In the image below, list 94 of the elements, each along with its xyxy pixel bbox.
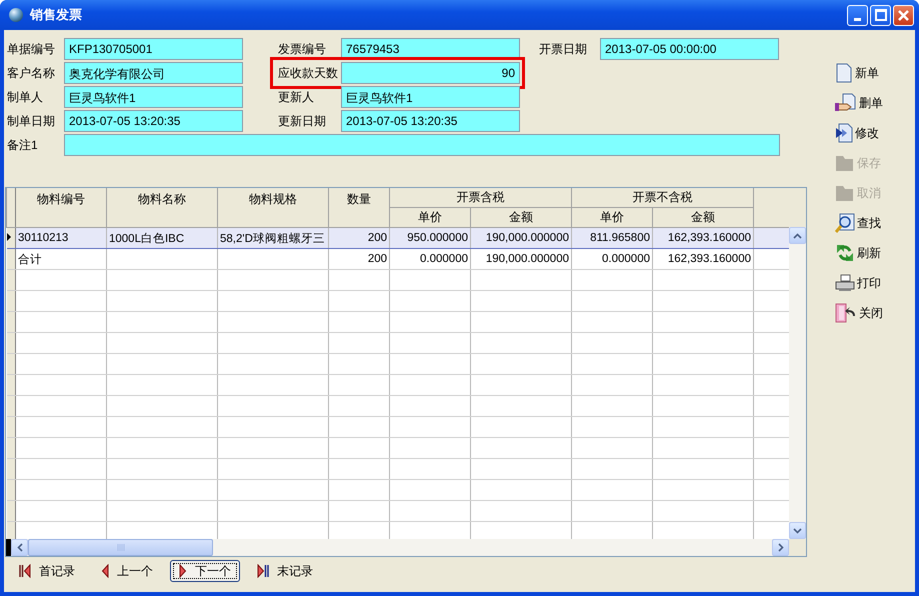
field-label: 制单日期 <box>7 112 56 130</box>
toolbar-button[interactable]: 修改 <box>835 122 879 144</box>
minimize-button[interactable] <box>847 4 868 26</box>
field-label: 制单人 <box>7 88 44 106</box>
horizontal-scrollbar[interactable] <box>6 539 806 556</box>
maximize-button[interactable] <box>870 4 891 26</box>
table-cell: 200 <box>328 228 390 248</box>
empty-cell <box>328 374 390 396</box>
field-label: 更新日期 <box>278 112 327 130</box>
input-field[interactable]: 90 <box>341 62 520 84</box>
toolbar-button[interactable]: 新单 <box>835 62 879 84</box>
input-field[interactable]: 2013-07-05 13:20:35 <box>341 110 520 132</box>
window-title: 销售发票 <box>30 6 83 24</box>
close-icon <box>898 10 909 20</box>
row-pointer-icon <box>6 233 10 241</box>
input-field[interactable] <box>64 134 780 156</box>
input-field[interactable]: KFP130705001 <box>64 38 243 60</box>
input-field[interactable]: 巨灵鸟软件1 <box>64 86 243 108</box>
folder-icon <box>835 153 855 173</box>
previous-record-icon <box>101 564 109 578</box>
empty-cell <box>328 312 390 332</box>
input-field[interactable]: 2013-07-05 00:00:00 <box>600 38 779 60</box>
header-filler <box>6 188 16 228</box>
navigation-button[interactable]: 首记录 <box>10 560 84 582</box>
scrollbar-corner <box>789 539 806 556</box>
toolbar-button[interactable]: 关闭 <box>835 302 883 324</box>
column-header[interactable]: 单价 <box>572 208 652 228</box>
maximize-icon <box>874 9 886 21</box>
table-cell: 合计 <box>16 248 106 270</box>
field-label: 备注1 <box>7 136 39 154</box>
table-cell: 0.000000 <box>572 248 652 270</box>
globe-icon <box>8 7 24 23</box>
folder-icon <box>835 183 855 203</box>
printer-icon <box>835 274 855 292</box>
empty-cell <box>328 290 390 312</box>
empty-cell <box>328 458 390 480</box>
table-cell: 30110213 <box>16 228 106 248</box>
document-icon <box>835 63 853 83</box>
refresh-icon <box>835 243 855 263</box>
table-cell: 162,393.160000 <box>652 248 754 270</box>
column-header[interactable]: 物料名称 <box>106 188 218 228</box>
field-label: 单据编号 <box>7 40 56 58</box>
column-header[interactable]: 物料编号 <box>16 188 106 228</box>
field-label: 应收款天数 <box>278 64 339 82</box>
table-cell: 950.000000 <box>390 228 470 248</box>
toolbar-button[interactable]: 打印 <box>835 272 881 294</box>
navigation-button[interactable]: 下一个 <box>170 560 240 582</box>
exit-door-icon <box>835 303 857 323</box>
input-field[interactable]: 巨灵鸟软件1 <box>341 86 520 108</box>
hand-document-icon <box>835 93 857 113</box>
column-header[interactable]: 金额 <box>470 208 572 228</box>
empty-cell <box>328 416 390 438</box>
column-group-header[interactable]: 开票不含税 <box>572 188 754 208</box>
input-field[interactable]: 2013-07-05 13:20:35 <box>64 110 243 132</box>
empty-cell <box>328 438 390 458</box>
last-record-icon <box>257 564 269 578</box>
field-label: 客户名称 <box>7 64 56 82</box>
empty-cell <box>328 332 390 354</box>
row-header[interactable] <box>6 228 16 248</box>
column-header[interactable]: 物料规格 <box>218 188 328 228</box>
table-cell: 1000L白色IBC <box>106 228 218 248</box>
column-header[interactable]: 数量 <box>328 188 390 228</box>
table-cell: 162,393.160000 <box>652 228 754 248</box>
first-record-icon <box>19 564 31 578</box>
close-button[interactable] <box>893 4 914 26</box>
empty-cell <box>328 270 390 290</box>
vertical-scrollbar[interactable] <box>789 227 806 539</box>
search-icon <box>835 213 855 233</box>
toolbar-button[interactable]: 查找 <box>835 212 881 234</box>
navigation-button[interactable]: 末记录 <box>248 560 322 582</box>
table-cell: 200 <box>328 248 390 270</box>
table-cell: 190,000.000000 <box>470 248 572 270</box>
forward-document-icon <box>835 123 853 143</box>
column-header[interactable]: 单价 <box>390 208 470 228</box>
table-cell: 0.000000 <box>390 248 470 270</box>
column-header[interactable]: 金额 <box>652 208 754 228</box>
empty-cell <box>328 396 390 416</box>
table-cell: 811.965800 <box>572 228 652 248</box>
empty-cell <box>328 354 390 374</box>
table-cell: 58,2'D球阀粗螺牙三 <box>218 228 328 248</box>
input-field[interactable]: 奥克化学有限公司 <box>64 62 243 84</box>
navigation-button[interactable]: 上一个 <box>92 560 162 582</box>
column-group-header[interactable]: 开票含税 <box>390 188 572 208</box>
field-label: 开票日期 <box>539 40 588 58</box>
empty-cell <box>328 480 390 500</box>
minimize-icon <box>854 18 861 20</box>
toolbar-button[interactable]: 删单 <box>835 92 883 114</box>
grip-icon <box>116 544 124 551</box>
next-record-icon <box>179 564 187 578</box>
table-cell: 190,000.000000 <box>470 228 572 248</box>
field-label: 发票编号 <box>278 40 327 58</box>
empty-cell <box>328 500 390 522</box>
toolbar-button[interactable]: 刷新 <box>835 242 881 264</box>
field-label: 更新人 <box>278 88 315 106</box>
